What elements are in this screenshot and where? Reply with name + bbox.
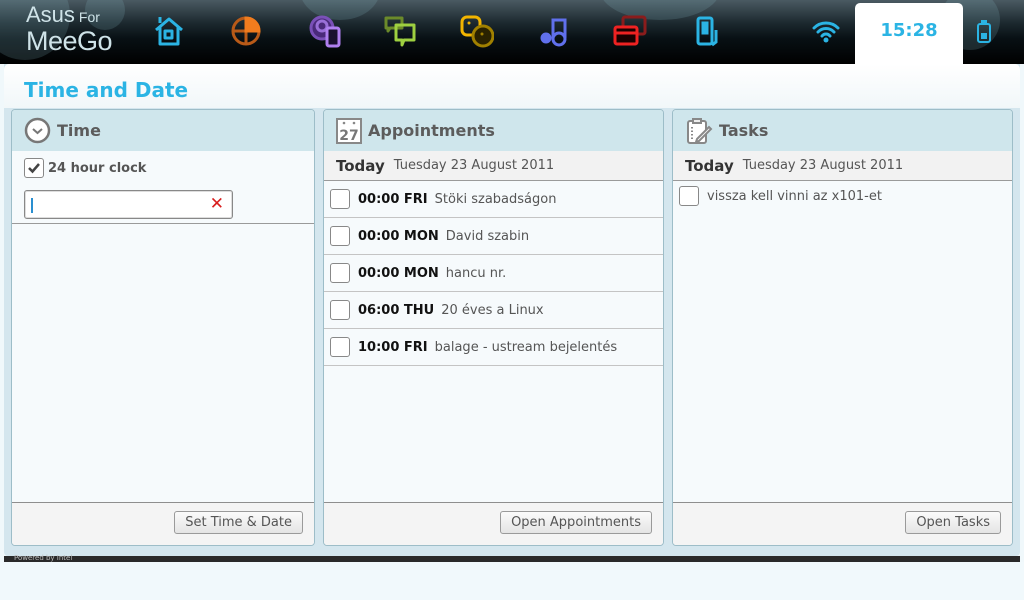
appointment-item[interactable]: 00:00 MON David szabin — [324, 218, 663, 255]
appointments-panel-title: Appointments — [368, 121, 495, 140]
calendar-icon: 27 — [336, 117, 362, 144]
checkmark-icon — [28, 163, 40, 174]
clock-time: 15:28 — [880, 20, 938, 41]
tasks-panel-footer: Open Tasks — [673, 502, 1012, 545]
time-input[interactable]: ✕ — [24, 190, 233, 219]
appointments-date-header: Today Tuesday 23 August 2011 — [324, 151, 663, 181]
appointment-item[interactable]: 00:00 MON hancu nr. — [324, 255, 663, 292]
clock-tab[interactable]: 15:28 — [855, 3, 963, 67]
appointment-item[interactable]: 10:00 FRI balage - ustream bejelentés — [324, 329, 663, 366]
appointment-time: 06:00 THU — [358, 302, 435, 318]
appointment-item[interactable]: 00:00 FRI Stöki szabadságon — [324, 181, 663, 218]
appointment-title: balage - ustream bejelentés — [434, 339, 618, 355]
clipboard-icon — [685, 117, 713, 145]
applications-icon[interactable] — [229, 14, 263, 48]
appointments-panel-header: 27 Appointments — [324, 110, 663, 151]
tasks-panel-header: Tasks — [673, 110, 1012, 151]
appointment-time: 00:00 MON — [358, 265, 439, 281]
appointments-panel: 27 Appointments Today Tuesday 23 August … — [323, 109, 664, 546]
home-icon[interactable] — [152, 14, 186, 48]
time-panel-title: Time — [57, 121, 101, 140]
tasks-panel-title: Tasks — [719, 121, 769, 140]
chevron-down-icon[interactable] — [24, 117, 51, 144]
appointments-panel-footer: Open Appointments — [324, 502, 663, 545]
asus-meego-logo: Asus For MeeGo — [26, 2, 113, 56]
appointment-time: 00:00 MON — [358, 228, 439, 244]
status-icon[interactable] — [384, 14, 418, 48]
appointment-time: 10:00 FRI — [358, 339, 428, 355]
24-hour-clock-label: 24 hour clock — [48, 160, 147, 176]
24-hour-clock-checkbox[interactable] — [24, 158, 44, 178]
time-panel-header[interactable]: Time — [12, 110, 314, 151]
task-item[interactable]: vissza kell vinni az x101-et — [673, 181, 1012, 211]
24-hour-clock-option[interactable]: 24 hour clock — [24, 158, 314, 178]
battery-icon[interactable] — [976, 20, 992, 48]
appointment-checkbox[interactable] — [330, 226, 350, 246]
svg-text:27: 27 — [339, 128, 358, 144]
time-panel: Time 24 hour clock ✕ Set Time & Date — [11, 109, 315, 546]
today-label: Today — [336, 156, 385, 175]
task-title: vissza kell vinni az x101-et — [707, 188, 882, 204]
today-date: Tuesday 23 August 2011 — [742, 158, 904, 173]
bottom-area — [0, 562, 1024, 600]
today-label: Today — [685, 156, 734, 175]
tasks-list: vissza kell vinni az x101-et — [673, 181, 1012, 211]
tasks-panel: Tasks Today Tuesday 23 August 2011 vissz… — [672, 109, 1013, 546]
appointment-time: 00:00 FRI — [358, 191, 428, 207]
device-icon[interactable] — [692, 14, 726, 48]
appointment-title: Stöki szabadságon — [434, 191, 557, 207]
wifi-icon[interactable] — [812, 20, 840, 48]
people-icon[interactable] — [308, 14, 342, 48]
appointment-item[interactable]: 06:00 THU 20 éves a Linux — [324, 292, 663, 329]
friends-icon[interactable] — [460, 14, 495, 48]
windows-icon[interactable] — [613, 14, 647, 48]
page-title: Time and Date — [24, 78, 189, 102]
appointment-title: 20 éves a Linux — [441, 302, 544, 318]
task-checkbox[interactable] — [679, 186, 699, 206]
clear-icon[interactable]: ✕ — [210, 194, 224, 214]
text-cursor — [31, 198, 33, 213]
divider — [12, 223, 314, 224]
music-icon[interactable] — [537, 14, 571, 48]
open-tasks-button[interactable]: Open Tasks — [905, 511, 1001, 534]
appointment-checkbox[interactable] — [330, 189, 350, 209]
powered-by-label: Powered by Intel — [14, 554, 73, 562]
appointment-title: David szabin — [445, 228, 530, 244]
open-appointments-button[interactable]: Open Appointments — [500, 511, 652, 534]
appointment-title: hancu nr. — [445, 265, 507, 281]
set-time-date-button[interactable]: Set Time & Date — [174, 511, 303, 534]
appointment-checkbox[interactable] — [330, 263, 350, 283]
appointment-checkbox[interactable] — [330, 300, 350, 320]
today-date: Tuesday 23 August 2011 — [393, 158, 555, 173]
appointment-checkbox[interactable] — [330, 337, 350, 357]
appointments-list: 00:00 FRI Stöki szabadságon 00:00 MON David… — [324, 181, 663, 366]
tasks-date-header: Today Tuesday 23 August 2011 — [673, 151, 1012, 181]
time-panel-footer: Set Time & Date — [12, 502, 314, 545]
